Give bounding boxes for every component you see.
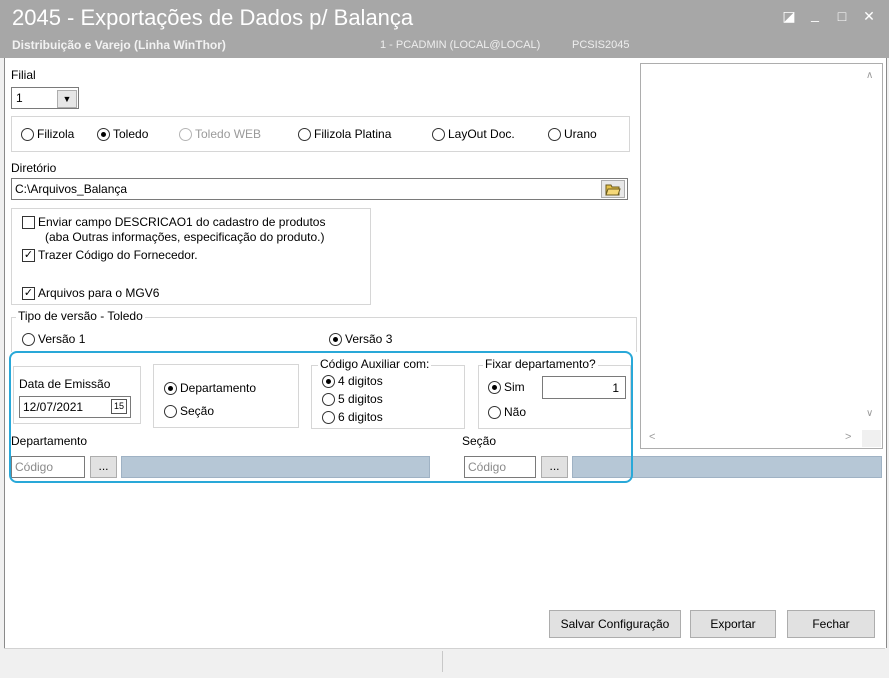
radio-circle-icon	[21, 127, 34, 141]
radio-circle-icon	[298, 127, 311, 141]
scroll-right-icon[interactable]: >	[845, 431, 851, 443]
salvar-configuracao-button[interactable]: Salvar Configuração	[549, 610, 681, 638]
status-panel-right	[443, 651, 883, 672]
checkmark-icon: ✓	[22, 249, 35, 262]
radio-circle-icon	[22, 332, 35, 346]
radio-versao-3-label: Versão 3	[345, 332, 393, 346]
radio-toledo-web: Toledo WEB	[179, 127, 261, 141]
horizontal-scrollbar[interactable]: < >	[641, 430, 862, 447]
user-info: 1 - PCADMIN (LOCAL@LOCAL)	[380, 39, 541, 51]
checkbox-mgv6-label: Arquivos para o MGV6	[38, 286, 160, 300]
radio-versao-3[interactable]: Versão 3	[329, 332, 392, 346]
radio-layout-doc[interactable]: LayOut Doc.	[432, 127, 515, 141]
radio-filizola-platina[interactable]: Filizola Platina	[298, 127, 391, 141]
filial-label: Filial	[11, 68, 36, 82]
restore-icon[interactable]: ◪	[778, 6, 800, 26]
filial-select[interactable]: 1 ▼	[11, 87, 79, 109]
diretorio-value: C:\Arquivos_Balança	[15, 182, 128, 196]
scroll-left-icon[interactable]: <	[649, 431, 655, 443]
right-list-panel[interactable]: ∧ ∨ < >	[640, 63, 883, 449]
checkbox-mgv6[interactable]: ✓ Arquivos para o MGV6	[22, 286, 159, 300]
filial-value: 1	[16, 91, 23, 105]
diretorio-input[interactable]: C:\Arquivos_Balança	[11, 178, 628, 200]
radio-circle-icon	[329, 332, 342, 346]
chevron-down-icon[interactable]: ▼	[57, 90, 77, 108]
checkmark-icon: ✓	[22, 287, 35, 300]
status-panel-left	[4, 651, 443, 672]
title-bar: 2045 - Exportações de Dados p/ Balança D…	[0, 0, 889, 58]
radio-filizola-label: Filizola	[37, 127, 75, 141]
exportar-button[interactable]: Exportar	[690, 610, 776, 638]
radio-urano-label: Urano	[564, 127, 597, 141]
radio-versao-1-label: Versão 1	[38, 332, 86, 346]
checkbox-fornecedor-label: Trazer Código do Fornecedor.	[38, 248, 198, 262]
highlight-frame	[9, 351, 633, 483]
radio-toledo-label: Toledo	[113, 127, 149, 141]
fechar-button[interactable]: Fechar	[787, 610, 875, 638]
radio-urano[interactable]: Urano	[548, 127, 597, 141]
scroll-down-icon[interactable]: ∨	[866, 408, 873, 419]
checkbox-descricao-label: Enviar campo DESCRICAO1 do cadastro de p…	[38, 215, 325, 245]
maximize-icon[interactable]: □	[831, 6, 853, 26]
checkbox-fornecedor[interactable]: ✓ Trazer Código do Fornecedor.	[22, 248, 198, 262]
status-bar	[4, 648, 885, 675]
module-code: PCSIS2045	[572, 39, 630, 51]
window-title: 2045 - Exportações de Dados p/ Balança	[12, 5, 414, 30]
radio-circle-icon	[97, 127, 110, 141]
radio-toledo[interactable]: Toledo	[97, 127, 148, 141]
radio-filizola-platina-label: Filizola Platina	[314, 127, 392, 141]
radio-circle-icon	[548, 127, 561, 141]
scroll-up-icon[interactable]: ∧	[866, 70, 873, 81]
descricao-line2: (aba Outras informações, especificação d…	[45, 230, 325, 244]
radio-versao-1[interactable]: Versão 1	[22, 332, 85, 346]
radio-toledo-web-label: Toledo WEB	[195, 127, 262, 141]
checkbox-box-icon	[22, 216, 35, 229]
diretorio-label: Diretório	[11, 161, 57, 175]
scrollbar-corner	[862, 430, 881, 447]
minimize-icon[interactable]: _	[804, 4, 826, 24]
radio-circle-icon	[179, 127, 192, 141]
radio-circle-icon	[432, 127, 445, 141]
folder-open-icon[interactable]	[601, 180, 625, 198]
versao-legend: Tipo de versão - Toledo	[16, 309, 145, 323]
radio-layout-doc-label: LayOut Doc.	[448, 127, 515, 141]
descricao-line1: Enviar campo DESCRICAO1 do cadastro de p…	[38, 215, 326, 229]
radio-filizola[interactable]: Filizola	[21, 127, 74, 141]
window-subtitle: Distribuição e Varejo (Linha WinThor)	[12, 38, 226, 52]
close-icon[interactable]: ✕	[858, 6, 880, 26]
vertical-scrollbar[interactable]: ∧ ∨	[862, 64, 881, 430]
checkbox-descricao[interactable]: Enviar campo DESCRICAO1 do cadastro de p…	[22, 215, 325, 245]
